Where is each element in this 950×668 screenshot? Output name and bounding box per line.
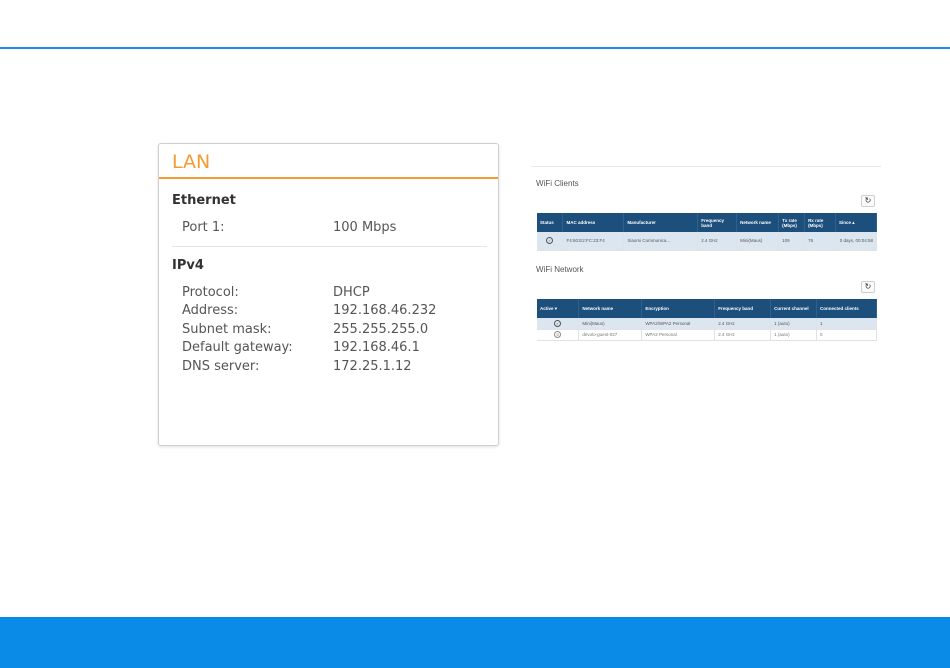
network-cell: Mini(Maus) bbox=[736, 232, 780, 251]
address-label: Address: bbox=[182, 303, 239, 318]
col-status[interactable]: Status bbox=[537, 213, 564, 232]
default-gateway-label: Default gateway: bbox=[182, 340, 293, 355]
disabled-circle-icon[interactable]: ⊘ bbox=[554, 331, 562, 338]
network-name-cell: devolo-guest-027 bbox=[578, 329, 643, 341]
col-tx-rate[interactable]: Tx rate (Mbps) bbox=[778, 213, 806, 232]
refresh-icon: ↻ bbox=[864, 282, 872, 291]
band-cell: 2.4 GHz bbox=[714, 329, 772, 341]
port1-label: Port 1: bbox=[182, 220, 225, 235]
mac-cell: F4:60:E2:FC:23:F4 bbox=[562, 232, 625, 251]
tx-cell: 109 bbox=[778, 232, 806, 251]
dns-server-label: DNS server: bbox=[182, 359, 260, 374]
section-divider bbox=[172, 246, 487, 247]
refresh-icon: ↻ bbox=[864, 196, 872, 205]
ipv4-heading: IPv4 bbox=[172, 258, 204, 273]
since-cell: 0 days, 00:04:58 bbox=[835, 232, 877, 251]
lan-title-underline bbox=[159, 177, 498, 179]
clients-cell: 1 bbox=[816, 318, 877, 330]
active-cell: ⊘ bbox=[537, 329, 580, 341]
check-circle-icon[interactable]: ✓ bbox=[554, 319, 562, 327]
address-value: 192.168.46.232 bbox=[333, 303, 437, 318]
header-rule bbox=[0, 47, 950, 49]
subnet-mask-label: Subnet mask: bbox=[182, 322, 272, 337]
col-network-name[interactable]: Network name bbox=[736, 213, 780, 232]
active-cell: ✓ bbox=[537, 318, 580, 330]
encryption-cell: WPA2/WPA2 Personal bbox=[641, 318, 716, 330]
col-manufacturer[interactable]: Manufacturer bbox=[623, 213, 699, 232]
table-row[interactable]: ⊘ devolo-guest-027 WPA2 Personal 2.4 GHz… bbox=[537, 329, 877, 341]
channel-cell: 1 (auto) bbox=[770, 329, 818, 341]
col-rx-rate[interactable]: Rx rate (Mbps) bbox=[804, 213, 837, 232]
col-frequency-band[interactable]: Frequency band bbox=[697, 213, 738, 232]
rx-cell: 76 bbox=[804, 232, 837, 251]
col-mac-address[interactable]: MAC address bbox=[562, 213, 625, 232]
channel-cell: 1 (auto) bbox=[770, 318, 818, 330]
wifi-network-table: Active ▾ Network name Encryption Frequen… bbox=[537, 299, 877, 341]
band-cell: 2.4 GHz bbox=[697, 232, 738, 251]
wifi-network-title: WiFi Network bbox=[536, 265, 584, 274]
protocol-value: DHCP bbox=[333, 285, 370, 300]
clients-cell: 0 bbox=[816, 329, 877, 341]
col-since[interactable]: Since ▴ bbox=[835, 213, 877, 232]
col-active[interactable]: Active ▾ bbox=[537, 299, 580, 318]
network-name-cell: Mini(Maus) bbox=[578, 318, 643, 330]
wifi-clients-title: WiFi Clients bbox=[536, 179, 579, 188]
col-current-channel[interactable]: Current channel bbox=[770, 299, 818, 318]
encryption-cell: WPA2 Personal bbox=[641, 329, 716, 341]
table-row[interactable]: ✓ Mini(Maus) WPA2/WPA2 Personal 2.4 GHz … bbox=[537, 318, 877, 330]
status-cell: ✓ bbox=[537, 232, 564, 251]
panel-top-rule bbox=[531, 166, 881, 167]
dns-server-value: 172.25.1.12 bbox=[333, 359, 412, 374]
port1-value: 100 Mbps bbox=[333, 220, 397, 235]
lan-title: LAN bbox=[172, 151, 211, 173]
default-gateway-value: 192.168.46.1 bbox=[333, 340, 420, 355]
col-frequency-band[interactable]: Frequency band bbox=[714, 299, 772, 318]
lan-card: LAN Ethernet Port 1: 100 Mbps IPv4 Proto… bbox=[158, 143, 499, 446]
protocol-label: Protocol: bbox=[182, 285, 239, 300]
footer-bar bbox=[0, 617, 950, 668]
band-cell: 2.4 GHz bbox=[714, 318, 772, 330]
wifi-clients-refresh-button[interactable]: ↻ bbox=[861, 195, 875, 207]
check-circle-icon: ✓ bbox=[546, 237, 554, 245]
manufacturer-cell: Xiaomi Communica... bbox=[623, 232, 699, 251]
col-network-name[interactable]: Network name bbox=[578, 299, 643, 318]
col-encryption[interactable]: Encryption bbox=[641, 299, 716, 318]
wifi-network-refresh-button[interactable]: ↻ bbox=[861, 281, 875, 293]
wifi-clients-table: Status MAC address Manufacturer Frequenc… bbox=[537, 213, 877, 251]
col-connected-clients[interactable]: Connected clients bbox=[816, 299, 877, 318]
ethernet-heading: Ethernet bbox=[172, 193, 236, 208]
table-row[interactable]: ✓ F4:60:E2:FC:23:F4 Xiaomi Communica... … bbox=[537, 232, 877, 251]
subnet-mask-value: 255.255.255.0 bbox=[333, 322, 429, 337]
